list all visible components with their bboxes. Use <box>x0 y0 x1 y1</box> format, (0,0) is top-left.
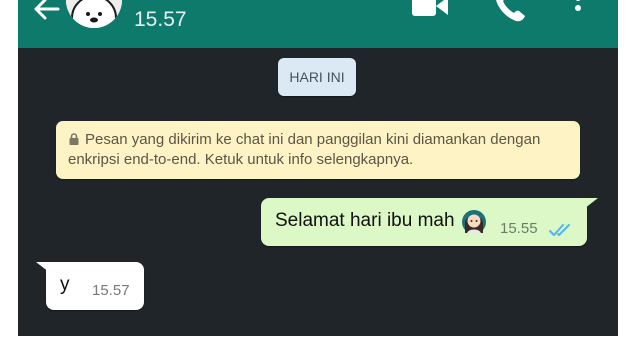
encryption-notice-line-1: Pesan yang dikirim ke chat ini dan pangg… <box>85 131 541 148</box>
encryption-notice[interactable]: Pesan yang dikirim ke chat ini dan pangg… <box>56 121 580 179</box>
incoming-message[interactable]: y 15.57 <box>46 262 144 310</box>
chat-screen: 15.57 HARI INI Pesan yang dikirim ke cha… <box>18 0 618 336</box>
encryption-notice-line-2: enkripsi end-to-end. Ketuk untuk info se… <box>68 151 414 168</box>
voice-call-icon[interactable] <box>494 0 526 22</box>
chat-header: 15.57 <box>18 0 618 48</box>
message-text: Selamat hari ibu mah <box>275 210 455 231</box>
woman-emoji-icon <box>462 210 486 234</box>
last-seen-time: 15.57 <box>134 8 187 31</box>
read-ticks-icon <box>549 224 570 236</box>
outgoing-message[interactable]: Selamat hari ibu mah 15.55 <box>261 198 587 246</box>
bear-avatar-icon <box>66 0 122 28</box>
contact-avatar[interactable] <box>66 0 122 28</box>
message-text: y <box>60 274 70 295</box>
video-call-icon[interactable] <box>412 0 448 20</box>
lock-icon <box>69 133 79 145</box>
message-time: 15.55 <box>500 220 538 237</box>
more-options-icon[interactable] <box>570 0 586 22</box>
message-time: 15.57 <box>92 282 130 299</box>
date-chip: HARI INI <box>278 58 356 96</box>
back-arrow-icon[interactable] <box>28 0 64 24</box>
